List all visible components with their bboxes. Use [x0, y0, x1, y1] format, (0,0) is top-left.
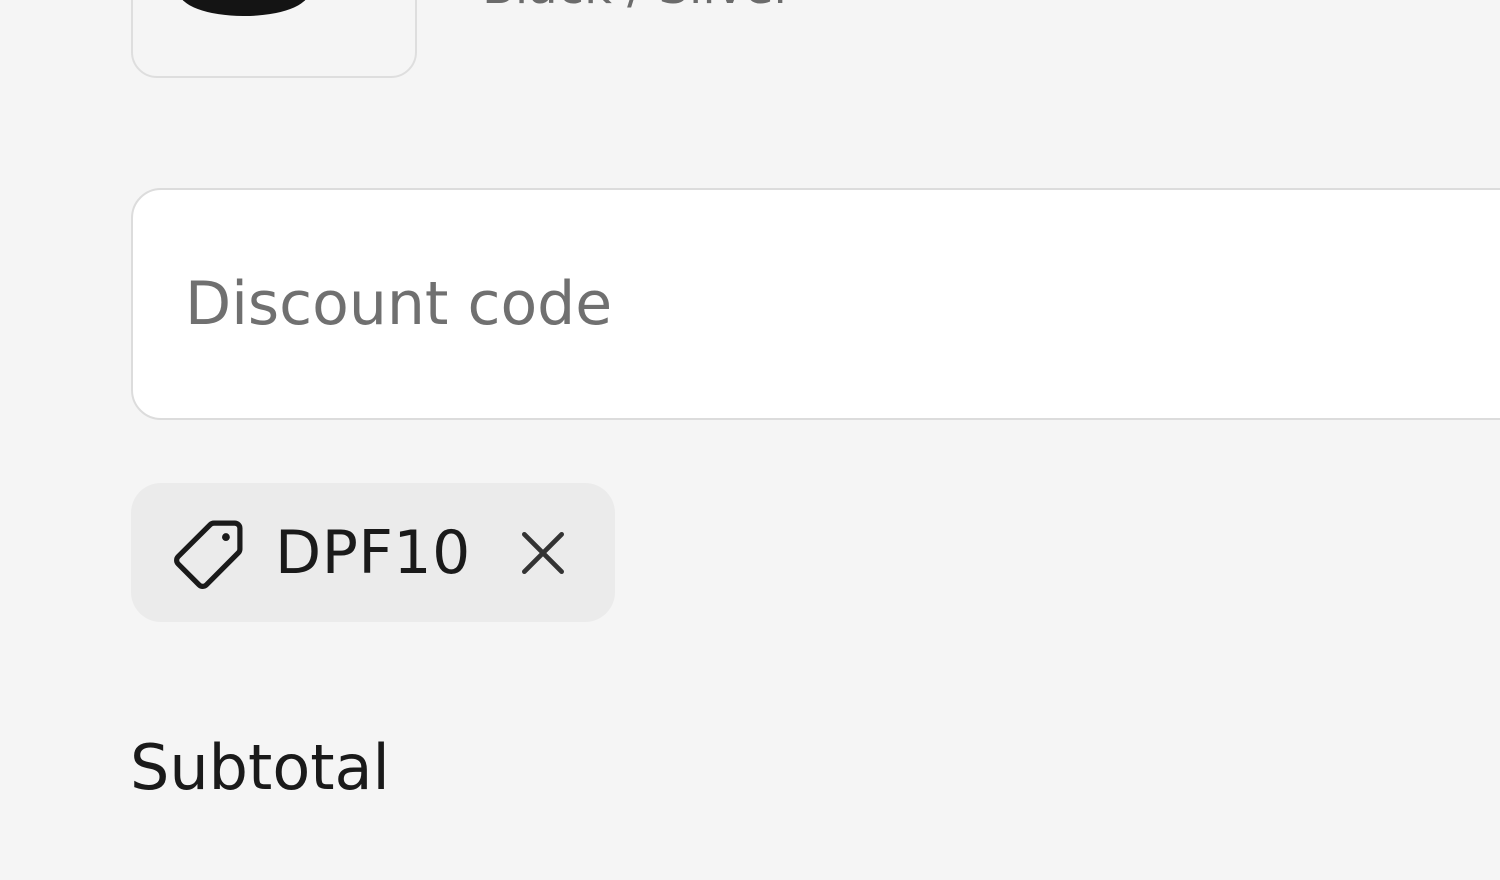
close-icon[interactable] — [515, 525, 571, 581]
product-variant: Black / Silver — [482, 0, 793, 12]
discount-code-field[interactable] — [131, 188, 1500, 420]
discount-code-input[interactable] — [133, 190, 1500, 418]
product-thumbnail — [131, 0, 417, 78]
checkout-order-summary: Black / Silver DPF10 Subtotal — [0, 0, 1500, 880]
subtotal-label: Subtotal — [130, 731, 390, 804]
product-image — [179, 0, 309, 16]
applied-discount-tag: DPF10 — [131, 483, 615, 622]
tag-icon — [174, 520, 243, 589]
discount-code-label: DPF10 — [275, 517, 471, 588]
